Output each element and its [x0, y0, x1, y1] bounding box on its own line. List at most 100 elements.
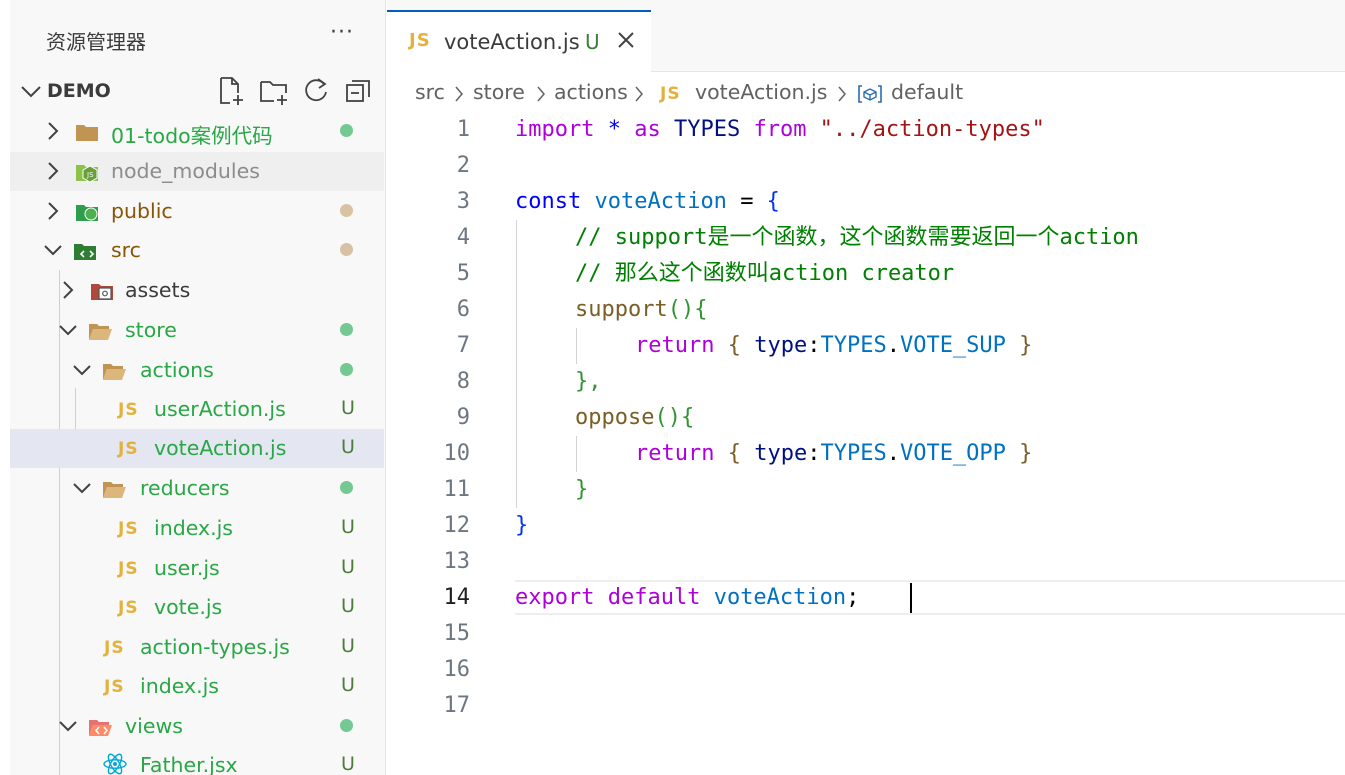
- git-status-dot: [340, 323, 353, 336]
- git-untracked-badge: U: [341, 397, 355, 419]
- folder-open-icon: [89, 324, 112, 340]
- variable-symbol-icon: [858, 85, 882, 103]
- operator: =: [740, 189, 754, 214]
- breadcrumb-symbol[interactable]: default: [891, 80, 963, 104]
- brace: {: [753, 189, 780, 214]
- code-line-11: }: [575, 477, 589, 502]
- code-line-8: },: [575, 369, 602, 394]
- chevron-down-icon: [59, 721, 77, 732]
- identifier: TYPES: [820, 333, 887, 358]
- tree-item-assets[interactable]: assets: [10, 271, 384, 310]
- new-folder-icon[interactable]: [258, 75, 290, 107]
- close-icon[interactable]: [615, 27, 637, 53]
- git-untracked-badge: U: [341, 516, 355, 538]
- chevron-right-icon: [63, 281, 74, 299]
- javascript-file-icon: JS: [409, 30, 431, 51]
- breadcrumb-file[interactable]: voteAction.js: [695, 80, 827, 104]
- tree-item-store[interactable]: store: [10, 311, 384, 350]
- code-line-12: }: [515, 513, 529, 538]
- tab-untracked-badge: U: [585, 30, 600, 54]
- javascript-file-icon: JS: [118, 400, 139, 420]
- line-number: 7: [456, 333, 470, 358]
- keyword: const: [515, 189, 582, 214]
- git-status-dot: [340, 481, 353, 494]
- chevron-down-icon: [73, 365, 91, 376]
- line-number: 1: [456, 117, 470, 142]
- breadcrumb-actions[interactable]: actions: [554, 80, 628, 104]
- tree-item-reducers-index-js[interactable]: JS index.js U: [10, 509, 384, 548]
- tree-item-voteaction-js[interactable]: JS voteAction.js U: [10, 429, 384, 468]
- tree-item-useraction-js[interactable]: JS userAction.js U: [10, 390, 384, 429]
- tree-item-label: reducers: [140, 476, 230, 500]
- operator: :: [807, 441, 821, 466]
- identifier: VOTE_SUP: [899, 333, 1006, 358]
- tree-item-label: user.js: [154, 556, 220, 580]
- identifier: voteAction: [581, 189, 741, 214]
- brace: {: [714, 441, 755, 466]
- tree-item-01-todo[interactable]: 01-todo案例代码: [10, 112, 384, 151]
- breadcrumb-src[interactable]: src: [415, 80, 445, 104]
- tree-item-label: actions: [140, 358, 214, 382]
- new-file-icon[interactable]: [216, 75, 248, 107]
- workspace-folder-header[interactable]: DEMO: [10, 72, 385, 110]
- git-untracked-badge: U: [341, 556, 355, 578]
- identifier: VOTE_OPP: [899, 441, 1006, 466]
- code-line-14: export default voteAction;: [515, 580, 859, 616]
- tree-item-label: assets: [125, 278, 191, 302]
- editor-tab-bar: JS voteAction.js U: [387, 0, 1345, 72]
- brace: (){: [654, 405, 695, 430]
- identifier: TYPES: [820, 441, 887, 466]
- tree-item-actions[interactable]: actions: [10, 351, 384, 390]
- javascript-file-icon: JS: [660, 84, 681, 104]
- refresh-icon[interactable]: [300, 75, 332, 107]
- tree-item-node-modules[interactable]: JS node_modules: [10, 152, 384, 191]
- method-name: oppose: [575, 405, 655, 430]
- chevron-right-icon: [455, 86, 463, 102]
- line-number: 10: [443, 441, 471, 466]
- chevron-right-icon: [48, 162, 59, 180]
- tree-item-public[interactable]: public: [10, 192, 384, 231]
- tree-item-reducers[interactable]: reducers: [10, 469, 384, 508]
- chevron-down-icon[interactable]: [18, 74, 44, 108]
- tree-item-views[interactable]: views: [10, 707, 384, 746]
- chevron-right-icon: [838, 86, 846, 102]
- tree-item-vote-js[interactable]: JS vote.js U: [10, 588, 384, 627]
- code-line-6: support(){: [575, 292, 707, 328]
- string: "../action-types": [806, 117, 1045, 142]
- more-actions-icon[interactable]: ···: [330, 20, 354, 45]
- brace: (){: [667, 297, 708, 322]
- keyword: return: [635, 333, 715, 358]
- chevron-right-icon: [537, 86, 545, 102]
- git-untracked-badge: U: [341, 635, 355, 657]
- line-number: 5: [456, 261, 470, 286]
- tree-item-action-types-js[interactable]: JS action-types.js U: [10, 628, 384, 667]
- tree-item-label: Father.jsx: [140, 753, 238, 775]
- tree-item-src[interactable]: src: [10, 231, 384, 270]
- public-folder-icon: [76, 205, 98, 221]
- line-number: 14: [443, 585, 471, 610]
- collapse-all-icon[interactable]: [343, 75, 375, 107]
- line-number: 13: [443, 549, 471, 574]
- code-line-7: return { type:TYPES.VOTE_SUP }: [635, 328, 1032, 364]
- folder-open-icon: [103, 364, 126, 380]
- tree-item-user-js[interactable]: JS user.js U: [10, 549, 384, 588]
- tab-voteaction-js[interactable]: JS voteAction.js U: [387, 10, 651, 72]
- tree-item-label: 01-todo案例代码: [111, 124, 273, 148]
- react-file-icon: [103, 753, 127, 775]
- javascript-file-icon: JS: [118, 519, 139, 539]
- tree-item-store-index-js[interactable]: JS index.js U: [10, 667, 384, 706]
- code-line-5: // 那么这个函数叫action creator: [575, 261, 955, 286]
- indent-guide: [576, 436, 577, 472]
- breadcrumb-store[interactable]: store: [473, 80, 525, 104]
- tree-item-label: index.js: [154, 516, 233, 540]
- brace: {: [714, 333, 755, 358]
- tab-title: voteAction.js: [444, 30, 580, 54]
- line-number: 2: [456, 153, 470, 178]
- line-number: 8: [456, 369, 470, 394]
- javascript-file-icon: JS: [118, 598, 139, 618]
- chevron-right-icon: [635, 86, 643, 102]
- git-status-dot: [340, 124, 353, 137]
- tree-item-label: index.js: [140, 674, 219, 698]
- keyword: import: [515, 117, 595, 142]
- tree-item-father-jsx[interactable]: Father.jsx U: [10, 746, 384, 775]
